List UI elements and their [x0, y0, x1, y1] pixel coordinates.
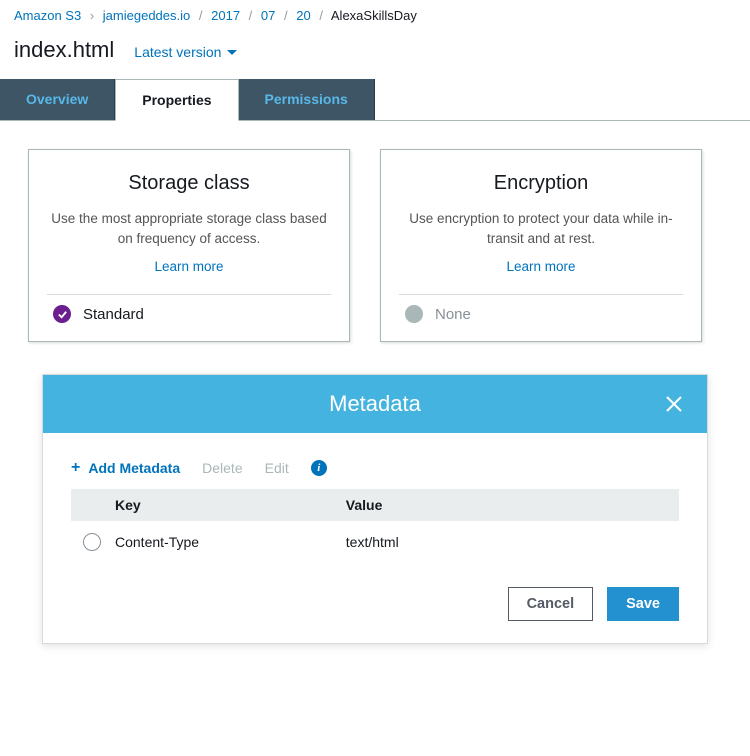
cancel-button[interactable]: Cancel	[508, 587, 594, 621]
metadata-actions: Cancel Save	[43, 583, 707, 643]
breadcrumb-item[interactable]: 20	[296, 8, 310, 23]
metadata-body: + Add Metadata Delete Edit i Key Value C…	[43, 433, 707, 583]
file-header: index.html Latest version	[0, 31, 750, 75]
card-title: Encryption	[403, 172, 679, 195]
row-select[interactable]	[83, 533, 115, 551]
breadcrumb-item[interactable]: jamiegeddes.io	[103, 8, 190, 23]
properties-cards: Storage class Use the most appropriate s…	[0, 121, 750, 356]
tabs: Overview Properties Permissions	[0, 79, 750, 121]
file-name: index.html	[14, 37, 114, 63]
metadata-value: text/html	[346, 534, 667, 550]
radio-icon[interactable]	[83, 533, 101, 551]
metadata-row[interactable]: Content-Type text/html	[71, 521, 679, 563]
close-button[interactable]	[663, 393, 685, 415]
add-metadata-label: Add Metadata	[88, 460, 180, 476]
add-metadata-button[interactable]: + Add Metadata	[71, 459, 180, 477]
card-description: Use encryption to protect your data whil…	[403, 209, 679, 248]
plus-icon: +	[71, 459, 80, 477]
divider	[399, 294, 683, 295]
status-dot-icon	[405, 305, 423, 323]
metadata-toolbar: + Add Metadata Delete Edit i	[71, 459, 679, 477]
encryption-card[interactable]: Encryption Use encryption to protect you…	[380, 149, 702, 342]
storage-class-card[interactable]: Storage class Use the most appropriate s…	[28, 149, 350, 342]
metadata-header: Metadata	[43, 375, 707, 433]
close-icon	[663, 393, 685, 415]
tab-overview[interactable]: Overview	[0, 79, 115, 120]
metadata-table-header: Key Value	[71, 489, 679, 521]
breadcrumb-current: AlexaSkillsDay	[331, 8, 417, 23]
encryption-value: None	[435, 306, 471, 323]
breadcrumb-item[interactable]: Amazon S3	[14, 8, 81, 23]
learn-more-link[interactable]: Learn more	[154, 259, 223, 274]
metadata-title: Metadata	[87, 391, 663, 417]
caret-down-icon	[227, 50, 237, 55]
breadcrumb-separator: /	[199, 8, 203, 23]
save-button[interactable]: Save	[607, 587, 679, 621]
card-status-row: Standard	[51, 305, 327, 327]
info-icon[interactable]: i	[311, 460, 327, 476]
divider	[47, 294, 331, 295]
check-icon	[53, 305, 71, 323]
card-status-row: None	[403, 305, 679, 327]
breadcrumb-item[interactable]: 2017	[211, 8, 240, 23]
metadata-table: Key Value Content-Type text/html	[71, 489, 679, 563]
breadcrumb: Amazon S3 › jamiegeddes.io / 2017 / 07 /…	[0, 0, 750, 31]
version-label: Latest version	[134, 44, 221, 60]
breadcrumb-separator: /	[249, 8, 253, 23]
storage-class-value: Standard	[83, 306, 144, 323]
breadcrumb-item[interactable]: 07	[261, 8, 275, 23]
tab-permissions[interactable]: Permissions	[239, 79, 375, 120]
edit-metadata-button: Edit	[265, 460, 289, 476]
version-dropdown[interactable]: Latest version	[134, 44, 237, 60]
column-key: Key	[83, 497, 346, 513]
breadcrumb-separator: /	[284, 8, 288, 23]
tab-properties[interactable]: Properties	[115, 79, 238, 121]
card-description: Use the most appropriate storage class b…	[51, 209, 327, 248]
metadata-key: Content-Type	[115, 534, 346, 550]
learn-more-link[interactable]: Learn more	[506, 259, 575, 274]
column-value: Value	[346, 497, 667, 513]
delete-metadata-button: Delete	[202, 460, 242, 476]
metadata-panel: Metadata + Add Metadata Delete Edit i Ke…	[42, 374, 708, 644]
chevron-right-icon: ›	[90, 8, 94, 23]
breadcrumb-separator: /	[319, 8, 323, 23]
card-title: Storage class	[51, 172, 327, 195]
